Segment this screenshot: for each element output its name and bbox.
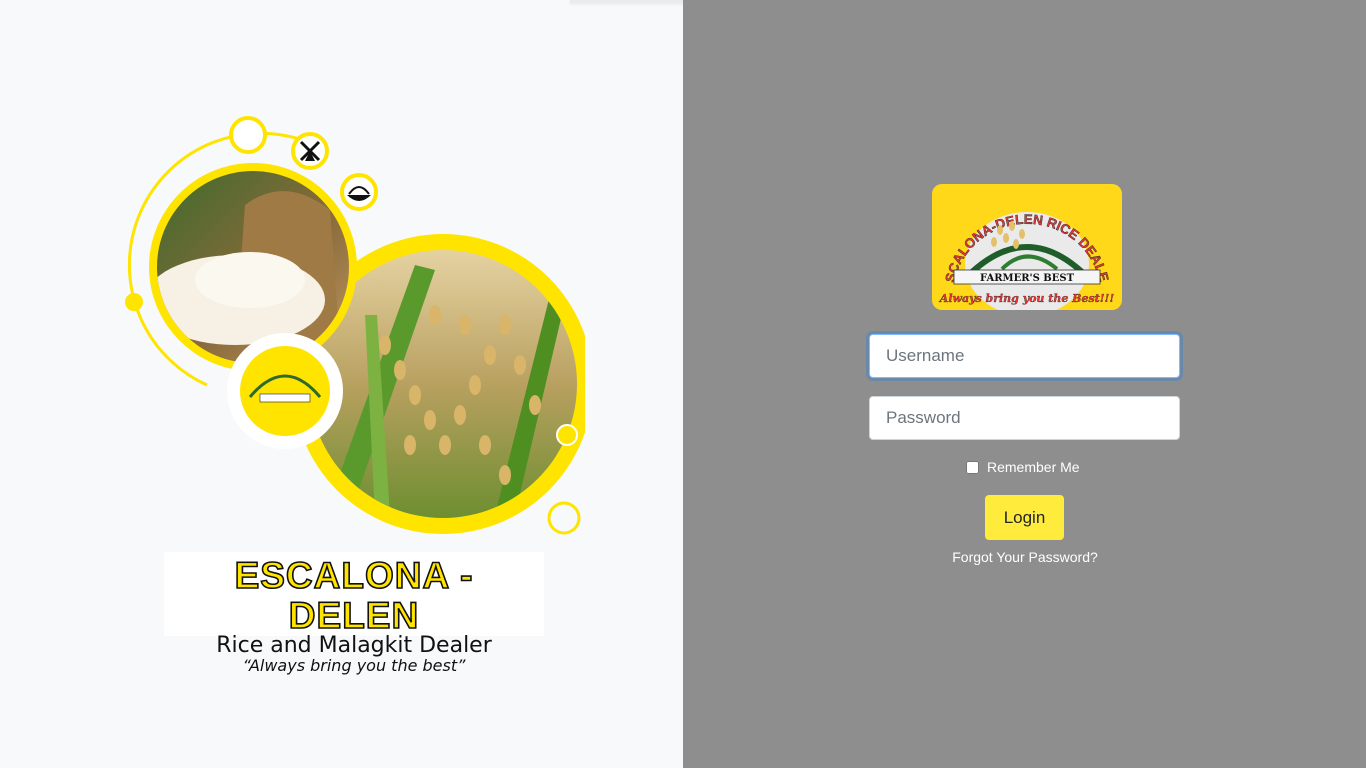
brand-tagline: “Always bring you the best” — [242, 656, 466, 675]
side-ring — [547, 501, 581, 535]
brand-text-block: ESCALONA - DELEN Rice and Malagkit Deale… — [164, 552, 544, 675]
password-input[interactable] — [869, 396, 1180, 440]
username-input[interactable] — [869, 334, 1180, 378]
windmill-icon — [291, 132, 329, 170]
brand-title: ESCALONA - DELEN — [234, 555, 474, 637]
remember-me-row[interactable]: Remember Me — [966, 458, 1080, 476]
rice-hero-illustration — [125, 116, 585, 535]
rice-bowl-icon — [340, 173, 378, 211]
company-logo: ESCALONA-DELEN RICE DEALER FARMER'S BEST… — [932, 184, 1122, 310]
mini-logo-banner — [259, 393, 311, 403]
forgot-password-link[interactable]: Forgot Your Password? — [925, 549, 1125, 565]
logo-banner-text: FARMER'S BEST — [980, 273, 1075, 284]
login-button[interactable]: Login — [985, 495, 1064, 540]
moon-icon — [229, 116, 267, 154]
orbit-dot — [125, 293, 143, 311]
remember-me-checkbox[interactable] — [966, 460, 979, 474]
side-dot — [556, 424, 578, 446]
remember-me-label: Remember Me — [987, 459, 1080, 475]
left-branding-panel: ESCALONA - DELEN Rice and Malagkit Deale… — [0, 0, 796, 768]
logo-slogan: Always bring you the Best!!! — [939, 292, 1115, 305]
right-login-panel — [683, 0, 1366, 768]
brand-subtitle: Rice and Malagkit Dealer — [216, 633, 492, 658]
